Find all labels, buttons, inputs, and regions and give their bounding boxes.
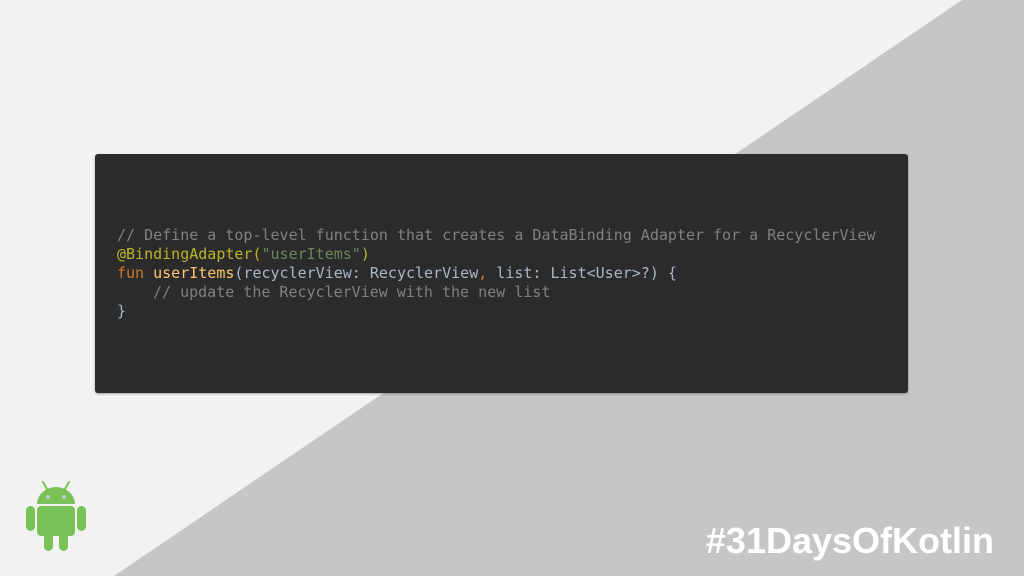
code-line-5: } (117, 302, 908, 321)
code-function-name: userItems (153, 264, 235, 282)
code-comma: , (478, 264, 488, 282)
code-params-rest: list: List<User>?) { (487, 264, 677, 282)
code-params: (recyclerView: RecyclerView (234, 264, 479, 282)
code-comment-inner: // update the RecyclerView with the new … (153, 283, 551, 301)
android-robot-icon (26, 481, 86, 551)
code-comment: // Define a top-level function that crea… (117, 226, 876, 244)
code-string: "userItems" (261, 245, 361, 263)
code-annotation: @BindingAdapter( (117, 245, 262, 263)
code-snippet-card: // Define a top-level function that crea… (95, 154, 908, 393)
code-line-4: // update the RecyclerView with the new … (117, 283, 908, 302)
code-annotation-close: ) (360, 245, 370, 263)
code-closing-brace: } (117, 302, 127, 320)
code-keyword: fun (117, 264, 154, 282)
code-line-1: // Define a top-level function that crea… (117, 226, 908, 245)
hashtag-label: #31DaysOfKotlin (705, 520, 994, 561)
code-line-3: fun userItems(recyclerView: RecyclerView… (117, 264, 908, 283)
code-line-2: @BindingAdapter("userItems") (117, 245, 908, 264)
